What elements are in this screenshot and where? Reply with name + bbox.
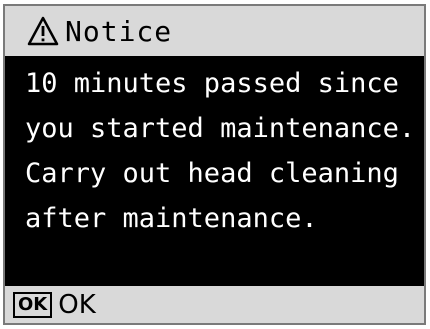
ok-button[interactable]: OK OK xyxy=(5,286,424,323)
ok-key-icon: OK xyxy=(13,291,53,318)
dialog-title-bar: Notice xyxy=(5,6,424,56)
ok-action-label: OK xyxy=(58,289,96,320)
message-line: 10 minutes passed since xyxy=(25,68,399,99)
message-line: Carry out head cleaning xyxy=(25,158,399,189)
message-line: you started maintenance. xyxy=(25,113,416,144)
printer-lcd-screen: Notice 10 minutes passed since you start… xyxy=(3,4,426,325)
dialog-message: 10 minutes passed since you started main… xyxy=(25,61,420,241)
message-line: after maintenance. xyxy=(25,203,318,234)
warning-triangle-icon xyxy=(27,16,59,46)
dialog-title: Notice xyxy=(65,14,173,48)
